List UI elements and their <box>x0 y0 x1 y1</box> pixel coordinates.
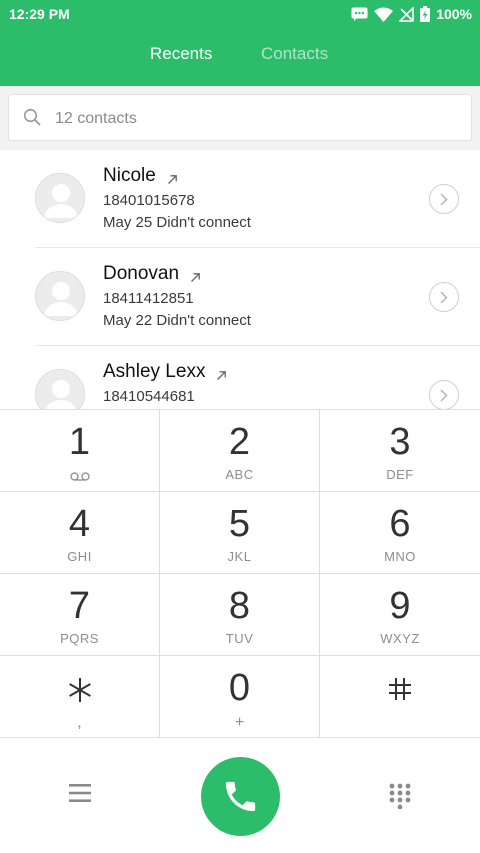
call-log-item[interactable]: Nicole 18401015678 May 25 Didn't connect <box>0 150 480 248</box>
outgoing-call-arrow-icon <box>190 270 201 288</box>
search-area: 12 contacts <box>0 86 480 150</box>
dialpad-key-4[interactable]: 4 GHI <box>0 492 160 574</box>
dialpad: 1 2 ABC 3 DEF 4 GHI 5 JKL 6 MNO 7 PQRS 8… <box>0 409 480 739</box>
dialpad-key-1[interactable]: 1 <box>0 410 160 492</box>
contact-name: Ashley Lexx <box>103 361 206 382</box>
search-icon <box>23 108 41 131</box>
no-signal-icon <box>399 6 414 22</box>
key-digit: 9 <box>389 585 411 627</box>
key-letters: DEF <box>386 467 414 482</box>
recent-calls-list: Nicole 18401015678 May 25 Didn't connect… <box>0 150 480 409</box>
app-header: 12:29 PM 100% Recents Contacts <box>0 0 480 86</box>
key-letters: MNO <box>384 549 416 564</box>
hash-icon <box>320 668 480 702</box>
asterisk-icon <box>0 668 159 704</box>
avatar <box>35 369 85 409</box>
key-digit: 0 <box>228 667 251 709</box>
key-letters: TUV <box>225 631 254 646</box>
message-notification-icon <box>351 7 368 21</box>
dialpad-grid-icon[interactable] <box>389 783 411 814</box>
dialpad-key-8[interactable]: 8 TUV <box>160 574 320 656</box>
search-placeholder: 12 contacts <box>55 110 137 127</box>
key-digit: 4 <box>68 503 91 545</box>
key-letters: GHI <box>67 549 92 564</box>
search-input[interactable]: 12 contacts <box>8 94 472 141</box>
dialpad-key-2[interactable]: 2 ABC <box>160 410 320 492</box>
key-digit: 3 <box>389 421 411 463</box>
call-detail-button[interactable] <box>429 184 459 214</box>
dialpad-key-3[interactable]: 3 DEF <box>320 410 480 492</box>
dialpad-key-5[interactable]: 5 JKL <box>160 492 320 574</box>
tab-contacts[interactable]: Contacts <box>261 44 328 64</box>
contact-name: Nicole <box>103 165 156 186</box>
status-time: 12:29 PM <box>9 6 70 22</box>
phone-icon <box>225 781 256 812</box>
key-digit: 5 <box>228 503 251 545</box>
call-status: May 22 Didn't connect <box>103 312 251 329</box>
status-bar: 12:29 PM 100% <box>0 0 480 28</box>
battery-percentage: 100% <box>436 6 472 22</box>
avatar <box>35 271 85 321</box>
bottom-bar <box>0 739 480 853</box>
key-digit: 1 <box>68 421 91 463</box>
key-letters: PQRS <box>60 631 99 646</box>
chevron-right-icon <box>440 193 448 206</box>
key-digit: 8 <box>228 585 251 627</box>
contact-name: Donovan <box>103 263 180 284</box>
phone-app-screen: 12:29 PM 100% Recents Contacts 12 contac… <box>0 0 480 853</box>
dialpad-key-9[interactable]: 9 WXYZ <box>320 574 480 656</box>
battery-charging-icon <box>420 6 431 22</box>
dialpad-key-6[interactable]: 6 MNO <box>320 492 480 574</box>
key-digit: 2 <box>228 421 251 463</box>
outgoing-call-arrow-icon <box>167 172 178 190</box>
tab-bar: Recents Contacts <box>0 44 480 72</box>
key-digit: 7 <box>68 585 91 627</box>
dialpad-key-star[interactable]: , <box>0 656 160 738</box>
key-letters: JKL <box>227 549 252 564</box>
call-log-item[interactable]: Donovan 18411412851 May 22 Didn't connec… <box>0 248 480 346</box>
avatar <box>35 173 85 223</box>
phone-number: 18401015678 <box>103 192 195 209</box>
chevron-right-icon <box>440 291 448 304</box>
chevron-right-icon <box>440 389 448 402</box>
call-detail-button[interactable] <box>429 282 459 312</box>
status-icons: 100% <box>351 4 472 24</box>
call-log-item[interactable]: Ashley Lexx 18410544681 <box>0 346 480 409</box>
outgoing-call-arrow-icon <box>216 368 227 386</box>
key-digit: 6 <box>389 503 411 545</box>
call-detail-button[interactable] <box>429 380 459 409</box>
key-letters: + <box>234 714 245 731</box>
key-letters: WXYZ <box>380 631 420 646</box>
wifi-icon <box>374 7 394 22</box>
phone-number: 18410544681 <box>103 388 195 405</box>
key-letters: , <box>77 714 82 731</box>
dialpad-key-hash[interactable] <box>320 656 480 738</box>
call-button[interactable] <box>201 757 280 836</box>
phone-number: 18411412851 <box>103 290 194 307</box>
dialpad-key-0[interactable]: 0 + <box>160 656 320 738</box>
dialpad-key-7[interactable]: 7 PQRS <box>0 574 160 656</box>
tab-recents[interactable]: Recents <box>150 44 212 64</box>
call-status: May 25 Didn't connect <box>103 214 251 231</box>
voicemail-icon <box>70 468 90 486</box>
menu-icon[interactable] <box>69 784 91 807</box>
key-letters: ABC <box>225 467 254 482</box>
